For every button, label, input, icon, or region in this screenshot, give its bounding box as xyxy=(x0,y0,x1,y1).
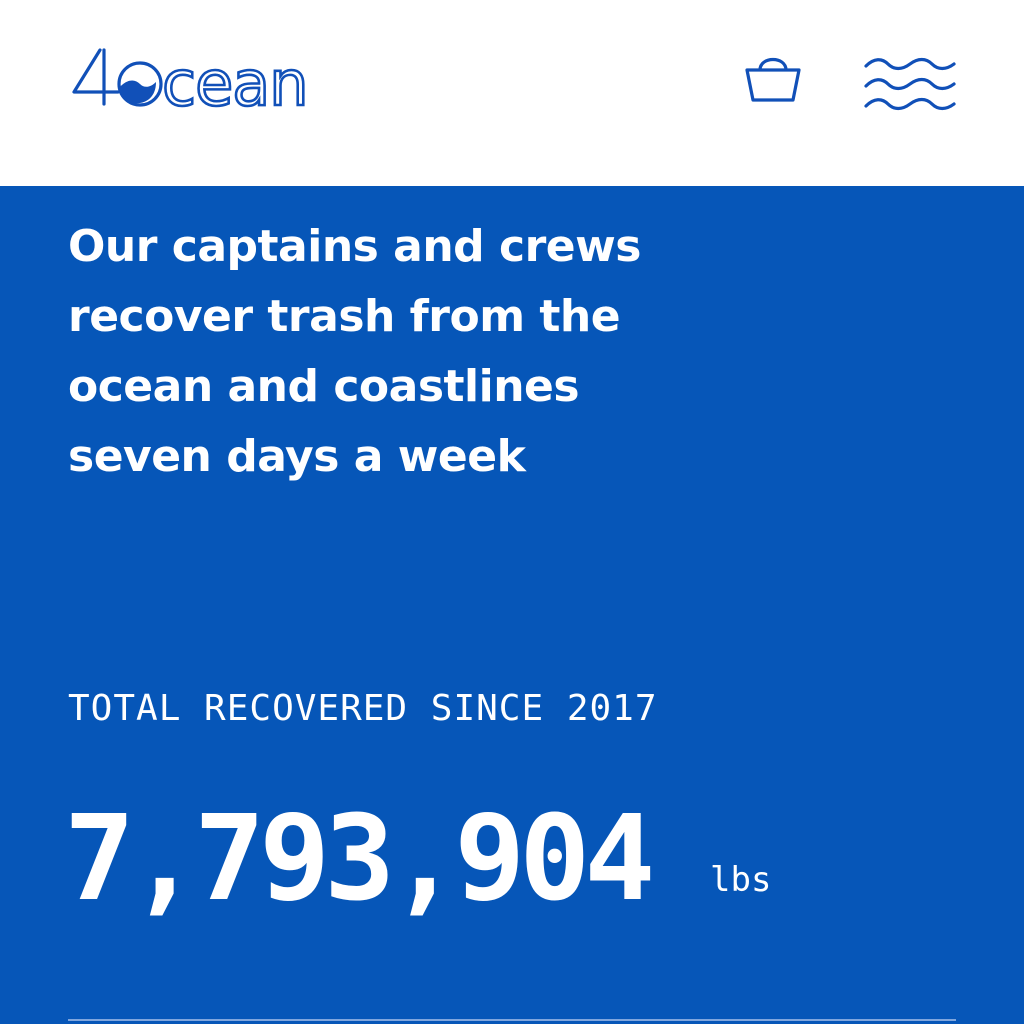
menu-button[interactable] xyxy=(862,56,958,118)
section-divider xyxy=(68,1019,956,1021)
svg-text:cean: cean xyxy=(162,47,308,112)
shopping-basket-icon xyxy=(745,57,801,102)
stat-value: 7,793,904 xyxy=(64,789,655,927)
stat-unit: lbs xyxy=(710,860,772,900)
brand-logo[interactable]: cean xyxy=(70,42,326,121)
logo-4ocean-icon: cean xyxy=(72,46,310,121)
stat-label: TOTAL RECOVERED SINCE 2017 xyxy=(68,688,658,729)
cart-button[interactable] xyxy=(740,46,806,108)
hero-heading: Our captains and crews recover trash fro… xyxy=(68,221,641,482)
waves-menu-icon xyxy=(864,57,956,111)
site-header: cean xyxy=(0,0,1024,186)
